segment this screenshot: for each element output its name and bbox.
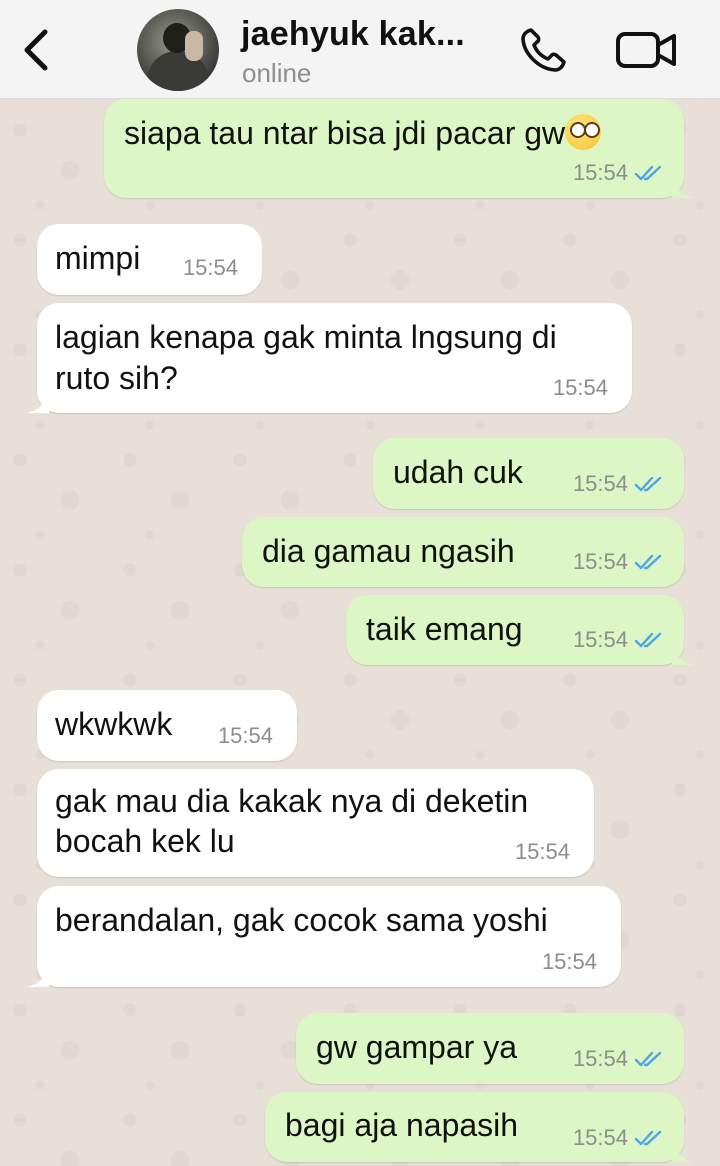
message-bubble-incoming[interactable]: gak mau dia kakak nya di deketin bocah k… <box>37 769 594 877</box>
double-check-icon <box>634 165 662 181</box>
message-bubble-incoming[interactable]: lagian kenapa gak minta lngsung di ruto … <box>27 303 632 413</box>
message-text: udah cuk <box>393 454 523 490</box>
video-camera-icon <box>616 32 676 68</box>
back-button[interactable] <box>14 26 58 74</box>
rolling-eyes-emoji-icon <box>565 114 602 150</box>
double-check-icon <box>634 632 662 648</box>
message-time: 15:54 <box>182 255 238 280</box>
message-bubble-outgoing[interactable]: dia gamau ngasih 15:54 <box>242 517 684 587</box>
message-text-line: ruto sih? <box>55 360 178 396</box>
double-check-icon <box>634 1130 662 1146</box>
voice-call-button[interactable] <box>517 24 571 76</box>
message-bubble-incoming[interactable]: mimpi 15:54 <box>37 224 262 295</box>
phone-icon <box>521 28 566 72</box>
message-time: 15:54 <box>572 1046 628 1071</box>
message-bubble-outgoing[interactable]: taik emang 15:54 <box>346 595 694 665</box>
message-text: dia gamau ngasih <box>262 533 515 569</box>
avatar[interactable] <box>137 9 219 91</box>
message-text-line: lagian kenapa gak minta lngsung di <box>55 319 557 355</box>
double-check-icon <box>634 1051 662 1067</box>
message-text-line: gak mau dia kakak nya di deketin <box>55 783 529 819</box>
message-text: mimpi <box>55 240 141 276</box>
message-text-line: bocah kek lu <box>55 823 235 859</box>
message-bubble-incoming[interactable]: berandalan, gak cocok sama yoshi 15:54 <box>27 886 621 987</box>
message-time: 15:54 <box>572 471 628 496</box>
message-time: 15:54 <box>572 627 628 652</box>
message-text: bagi aja napasih <box>285 1107 519 1143</box>
chevron-left-icon <box>24 29 48 71</box>
contact-status: online <box>242 58 312 88</box>
message-bubble-outgoing[interactable]: udah cuk 15:54 <box>373 438 684 509</box>
message-text: berandalan, gak cocok sama yoshi <box>55 902 548 938</box>
message-text: gw gampar ya <box>316 1029 517 1065</box>
contact-name[interactable]: jaehyuk kak... <box>241 15 465 54</box>
message-time: 15:54 <box>572 549 628 574</box>
message-time: 15:54 <box>541 949 597 974</box>
video-call-button[interactable] <box>614 26 680 74</box>
message-time: 15:54 <box>217 723 273 748</box>
message-time: 15:54 <box>572 1125 628 1150</box>
message-text: siapa tau ntar bisa jdi pacar gw <box>124 115 566 151</box>
message-time: 15:54 <box>514 839 570 864</box>
chat-screen: jaehyuk kak... online siapa tau ntar bis… <box>0 0 720 1166</box>
message-bubble-outgoing[interactable]: gw gampar ya 15:54 <box>296 1013 684 1084</box>
message-text: taik emang <box>366 611 523 647</box>
message-bubble-incoming[interactable]: wkwkwk 15:54 <box>37 690 297 761</box>
message-text: wkwkwk <box>55 706 173 742</box>
message-time: 15:54 <box>552 375 608 400</box>
chat-header: jaehyuk kak... online <box>0 0 720 99</box>
double-check-icon <box>634 476 662 492</box>
message-bubble-outgoing[interactable]: bagi aja napasih 15:54 <box>265 1092 694 1162</box>
message-bubble-outgoing[interactable]: siapa tau ntar bisa jdi pacar gw 15:54 <box>104 99 694 198</box>
double-check-icon <box>634 554 662 570</box>
message-time: 15:54 <box>572 160 628 185</box>
